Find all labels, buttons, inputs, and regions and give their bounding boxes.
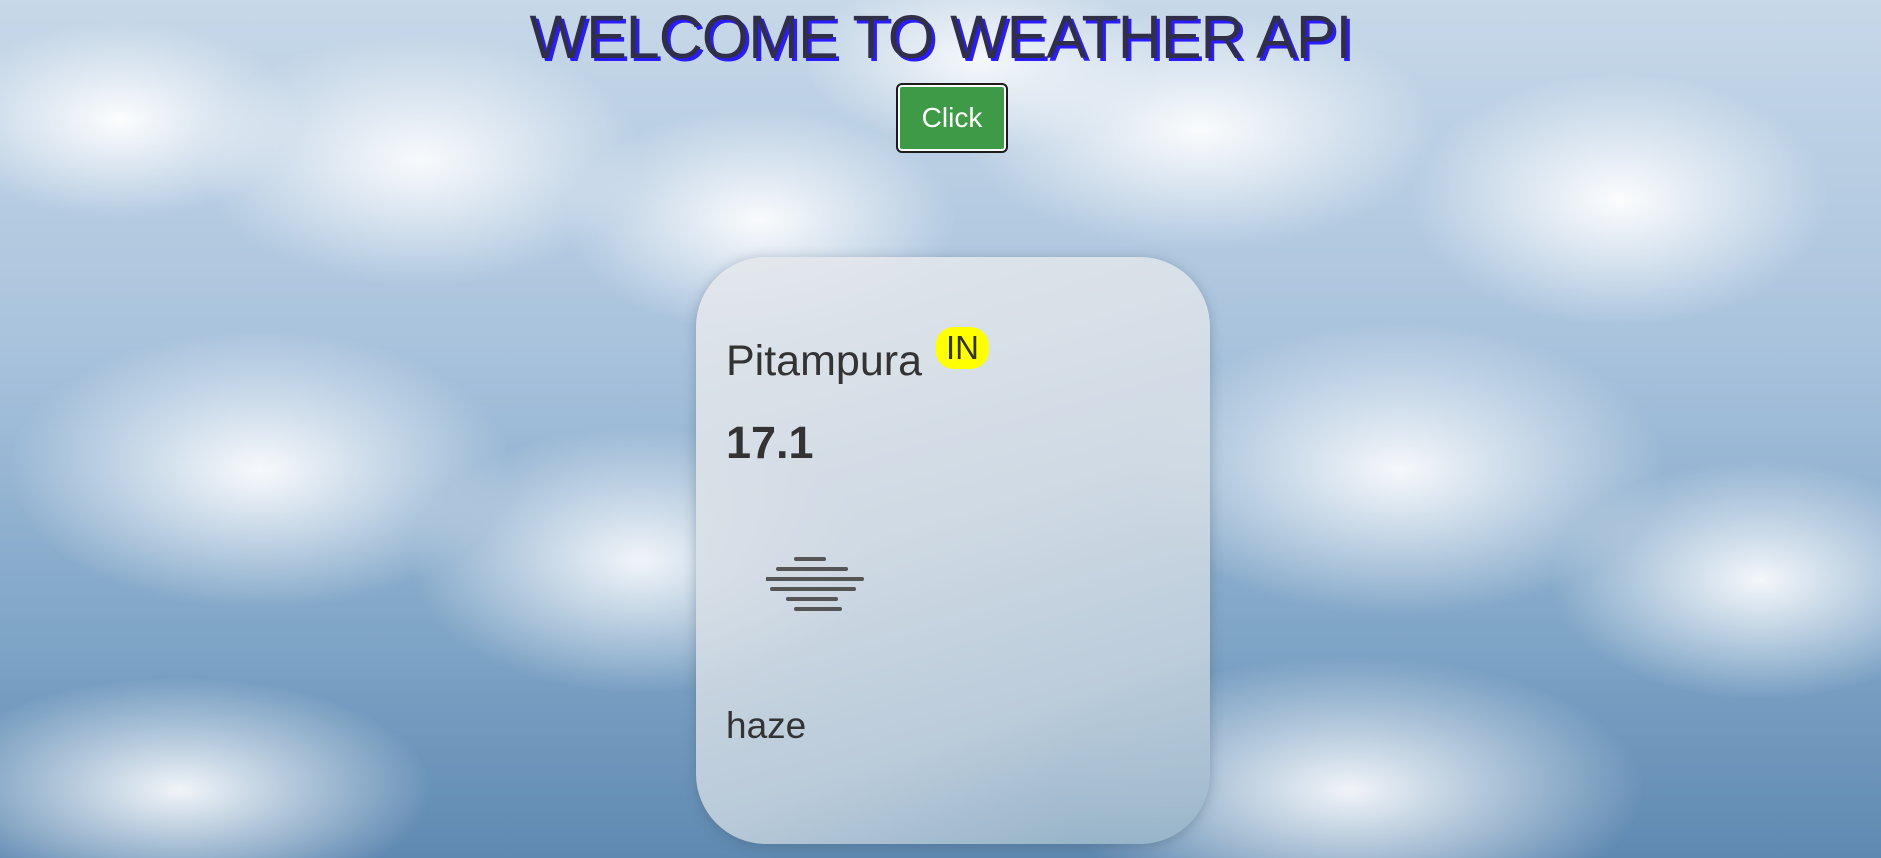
- temperature-value: 17.1: [726, 417, 814, 468]
- location-row: Pitampura IN: [726, 327, 989, 386]
- weather-card: Pitampura IN 17.1 haze: [696, 257, 1210, 844]
- city-name: Pitampura: [726, 337, 922, 385]
- haze-icon: [766, 557, 864, 611]
- click-button[interactable]: Click: [896, 83, 1008, 153]
- country-badge: IN: [935, 327, 989, 369]
- page-title: WELCOME TO WEATHER API: [529, 3, 1353, 71]
- weather-condition: haze: [726, 705, 807, 746]
